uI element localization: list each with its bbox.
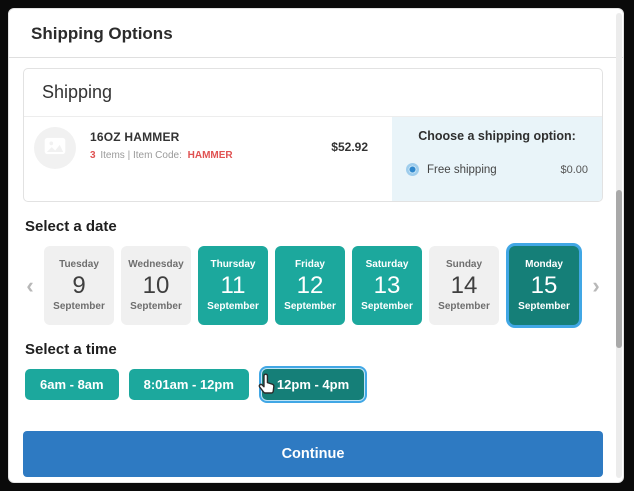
shipping-option-price: $0.00	[560, 164, 588, 176]
product-image-placeholder	[34, 127, 76, 169]
shipping-options-dialog: Shipping Options Shipping	[8, 8, 624, 483]
date-weekday: Monday	[525, 259, 563, 270]
shipping-option-label: Free shipping	[427, 164, 497, 176]
date-card-saturday-13[interactable]: Saturday 13 September	[352, 246, 422, 325]
date-card-tuesday-9[interactable]: Tuesday 9 September	[44, 246, 114, 325]
date-day: 12	[297, 272, 324, 300]
date-card-sunday-14[interactable]: Sunday 14 September	[429, 246, 499, 325]
date-month: September	[130, 301, 182, 312]
page-title: Shipping Options	[9, 9, 623, 58]
date-month: September	[207, 301, 259, 312]
date-weekday: Friday	[295, 259, 325, 270]
date-month: September	[518, 301, 570, 312]
shipping-card-title: Shipping	[24, 69, 602, 117]
shipping-options-title: Choose a shipping option:	[406, 129, 588, 143]
prev-chevron-icon[interactable]: ‹	[23, 246, 37, 325]
date-day: 9	[72, 272, 85, 300]
product-name: 16OZ HAMMER	[90, 130, 233, 144]
shipping-options-panel: Choose a shipping option: Free shipping …	[392, 117, 602, 201]
scrollbar-thumb[interactable]	[616, 190, 622, 348]
date-month: September	[53, 301, 105, 312]
select-date-title: Select a date	[25, 218, 603, 235]
shipping-option-free[interactable]: Free shipping $0.00	[406, 163, 588, 176]
product-price: $52.92	[331, 127, 382, 154]
date-weekday: Tuesday	[59, 259, 99, 270]
date-carousel: ‹ Tuesday 9 September Wednesday 10 Septe…	[23, 246, 603, 325]
radio-selected-icon[interactable]	[406, 163, 419, 176]
date-weekday: Thursday	[210, 259, 255, 270]
date-month: September	[284, 301, 336, 312]
date-weekday: Saturday	[366, 259, 409, 270]
date-month: September	[438, 301, 490, 312]
date-day: 13	[374, 272, 401, 300]
dialog-content: Shipping 16OZ HAMMER	[9, 58, 623, 477]
date-month: September	[361, 301, 413, 312]
date-weekday: Wednesday	[128, 259, 183, 270]
shipping-card: Shipping 16OZ HAMMER	[23, 68, 603, 202]
product-row: 16OZ HAMMER 3 Items | Item Code: HAMMER …	[24, 117, 392, 201]
date-day: 14	[451, 272, 478, 300]
vertical-scrollbar[interactable]	[616, 13, 622, 478]
next-chevron-icon[interactable]: ›	[589, 246, 603, 325]
product-meta-text: Items | Item Code:	[100, 150, 182, 161]
product-qty: 3	[90, 150, 96, 161]
date-card-thursday-11[interactable]: Thursday 11 September	[198, 246, 268, 325]
date-card-friday-12[interactable]: Friday 12 September	[275, 246, 345, 325]
date-card-monday-15-selected[interactable]: Monday 15 September	[509, 246, 579, 325]
date-day: 15	[531, 272, 558, 300]
date-day: 10	[143, 272, 170, 300]
time-slot-row: 6am - 8am 8:01am - 12pm 12pm - 4pm	[25, 369, 603, 400]
product-info: 16OZ HAMMER 3 Items | Item Code: HAMMER	[90, 127, 233, 161]
date-day: 11	[221, 272, 246, 300]
time-slot-12pm-4pm-selected[interactable]: 12pm - 4pm	[262, 369, 364, 400]
shipping-card-body: 16OZ HAMMER 3 Items | Item Code: HAMMER …	[24, 117, 602, 201]
product-meta: 3 Items | Item Code: HAMMER	[90, 150, 233, 161]
date-card-wednesday-10[interactable]: Wednesday 10 September	[121, 246, 191, 325]
continue-button[interactable]: Continue	[23, 431, 603, 477]
image-icon	[42, 133, 68, 164]
select-time-title: Select a time	[25, 341, 603, 358]
time-slot-6am-8am[interactable]: 6am - 8am	[25, 369, 119, 400]
product-item-code: HAMMER	[188, 150, 233, 161]
time-slot-801am-12pm[interactable]: 8:01am - 12pm	[129, 369, 249, 400]
date-weekday: Sunday	[446, 259, 482, 270]
